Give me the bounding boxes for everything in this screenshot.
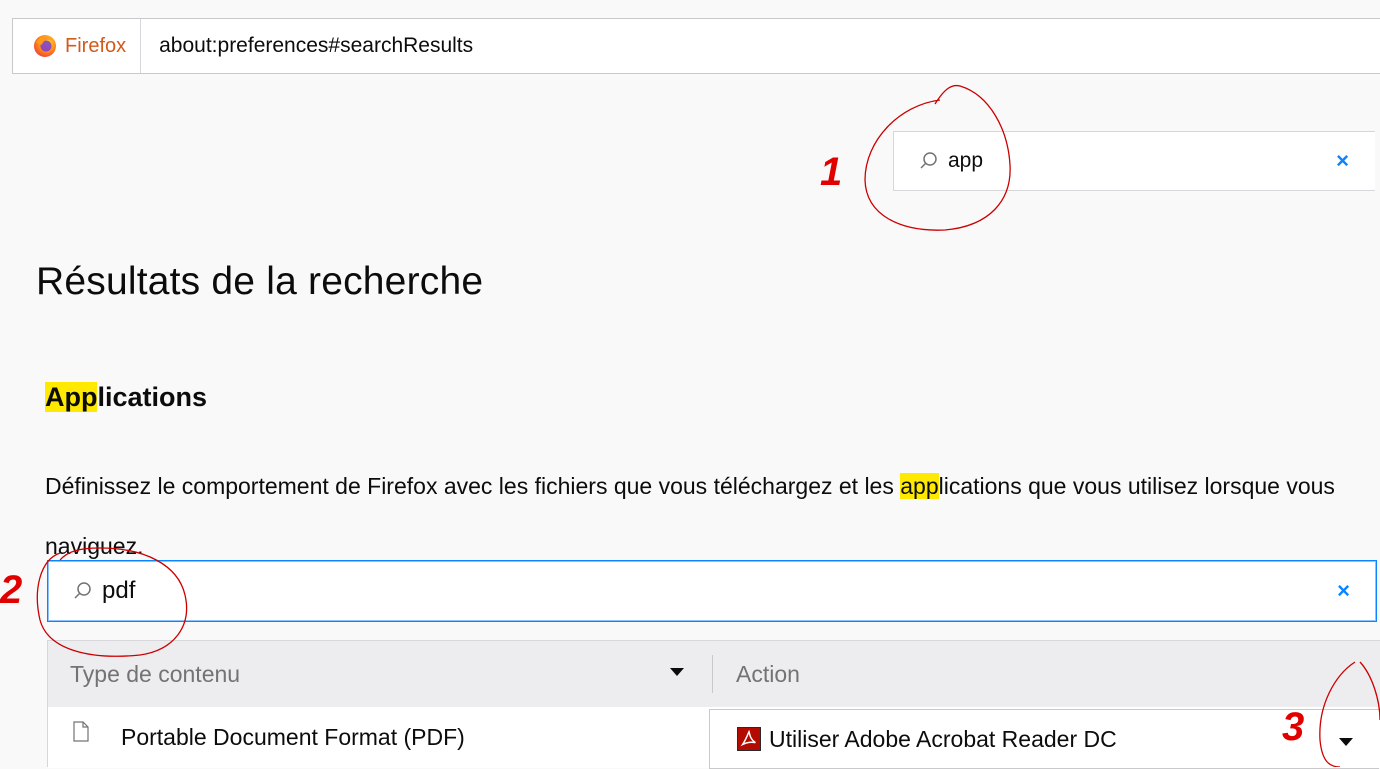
annotation-number-3: 3 <box>1282 705 1305 749</box>
description-text: Définissez le comportement de Firefox av… <box>45 473 901 499</box>
column-separator[interactable] <box>712 655 713 693</box>
search-highlight: App <box>45 382 98 412</box>
column-header-type[interactable]: Type de contenu <box>48 661 714 688</box>
filter-value[interactable]: pdf <box>102 577 135 605</box>
search-highlight: app <box>900 473 939 499</box>
handlers-table: Type de contenu Action Portable Document… <box>47 640 1380 769</box>
sort-arrow-icon[interactable] <box>670 668 684 676</box>
action-select[interactable]: Utiliser Adobe Acrobat Reader DC <box>709 709 1379 769</box>
identity-label: Firefox <box>65 34 127 57</box>
preferences-search-input[interactable]: app × <box>893 131 1375 191</box>
section-title-rest: lications <box>97 382 208 412</box>
page-title: Résultats de la recherche <box>36 260 484 303</box>
content-type-filter-input[interactable]: pdf × <box>47 560 1377 622</box>
table-row[interactable]: Portable Document Format (PDF) Utiliser … <box>48 707 1380 769</box>
acrobat-icon <box>737 727 761 751</box>
action-label: Utiliser Adobe Acrobat Reader DC <box>769 725 1117 752</box>
chevron-down-icon[interactable] <box>1339 738 1353 746</box>
url-text[interactable]: about:preferences#searchResults <box>141 34 473 58</box>
annotation-number-2: 2 <box>0 568 23 612</box>
firefox-logo-icon <box>33 34 57 58</box>
search-icon <box>74 582 91 599</box>
search-value[interactable]: app <box>948 149 983 173</box>
section-title: Applications <box>45 382 207 413</box>
search-icon <box>920 152 937 169</box>
table-header: Type de contenu Action <box>48 641 1380 707</box>
annotation-number-1: 1 <box>820 150 843 194</box>
close-icon[interactable]: × <box>1337 578 1350 604</box>
close-icon[interactable]: × <box>1336 148 1349 174</box>
identity-box[interactable]: Firefox <box>13 19 142 73</box>
url-bar[interactable]: Firefox about:preferences#searchResults <box>12 18 1380 74</box>
file-icon <box>73 721 89 742</box>
section-description: Définissez le comportement de Firefox av… <box>45 456 1365 576</box>
content-type-label: Portable Document Format (PDF) <box>121 724 465 750</box>
column-header-action[interactable]: Action <box>736 661 800 688</box>
